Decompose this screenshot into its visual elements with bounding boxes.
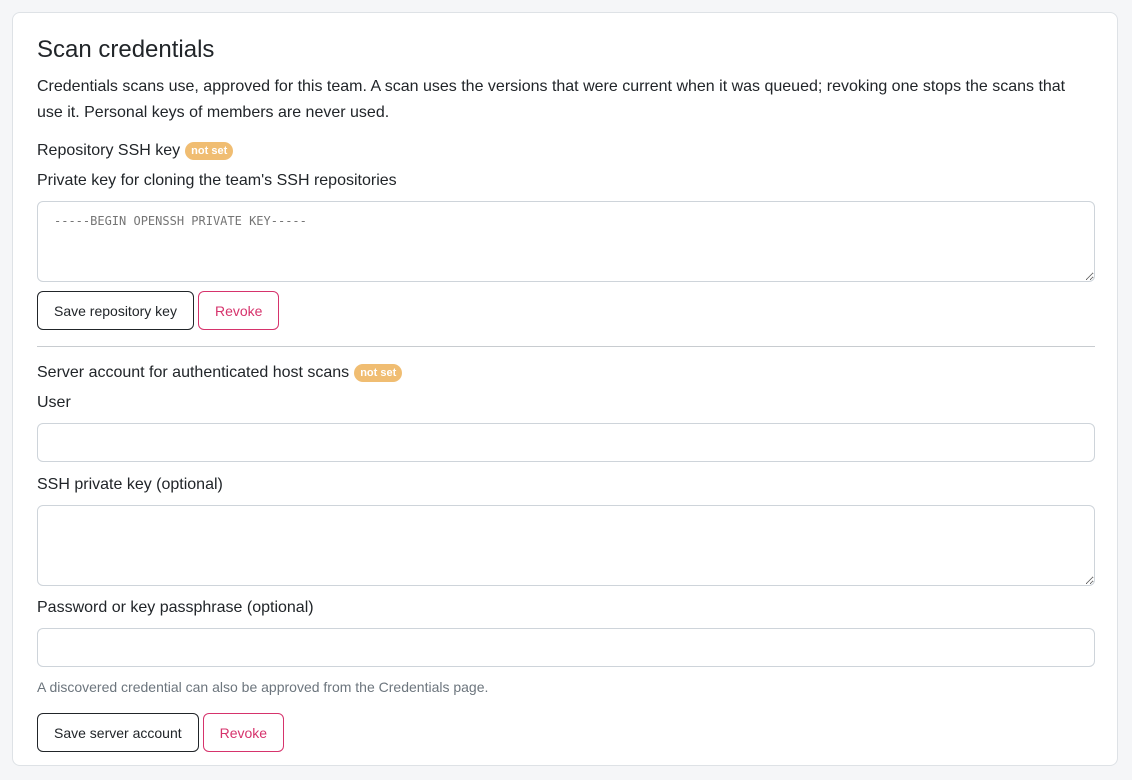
card-description: Credentials scans use, approved for this… xyxy=(37,78,1066,121)
server-section-title: Server account for authenticated host sc… xyxy=(37,364,350,381)
revoke-server-account-button[interactable]: Revoke xyxy=(202,713,285,752)
credentials-hint: A discovered credential can also be appr… xyxy=(37,679,489,695)
repo-button-row: Save repository key Revoke xyxy=(37,291,1093,330)
scan-credentials-card: Scan credentials Credentials scans use, … xyxy=(12,12,1118,766)
repo-status-badge: not set xyxy=(185,142,234,160)
password-input[interactable] xyxy=(37,628,1095,667)
save-repository-key-button[interactable]: Save repository key xyxy=(37,291,194,330)
repo-section-heading: Repository SSH key not set xyxy=(37,139,1093,163)
ssh-key-textarea[interactable] xyxy=(37,505,1095,586)
repo-section-title: Repository SSH key xyxy=(37,142,181,159)
password-label: Password or key passphrase (optional) xyxy=(37,599,314,616)
server-button-row: Save server account Revoke xyxy=(37,713,1093,752)
ssh-key-label: SSH private key (optional) xyxy=(37,476,223,493)
user-input[interactable] xyxy=(37,423,1095,462)
save-server-account-button[interactable]: Save server account xyxy=(37,713,199,752)
repo-key-label: Private key for cloning the team's SSH r… xyxy=(37,172,397,189)
revoke-repository-key-button[interactable]: Revoke xyxy=(197,291,280,330)
user-label: User xyxy=(37,394,71,411)
repo-key-textarea[interactable] xyxy=(37,201,1095,282)
server-section-heading: Server account for authenticated host sc… xyxy=(37,361,1093,385)
section-divider xyxy=(37,346,1095,347)
card-title: Scan credentials xyxy=(37,36,215,63)
server-status-badge: not set xyxy=(354,364,403,382)
